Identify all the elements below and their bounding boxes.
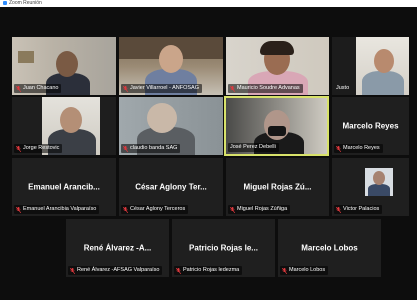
participant-name-label: Justo [336,85,350,91]
mic-muted-icon [282,267,287,274]
zoom-app-icon [3,0,7,5]
participant-name-label: Patricio Rojas ledezma [174,266,243,275]
participant-center-name: Marcelo Reyes [342,121,399,131]
video-tile[interactable]: Victor Palacios [332,158,409,216]
mic-muted-icon [336,145,341,152]
mic-muted-icon [336,206,341,213]
participant-name-label: Marcelo Reyes [334,144,383,153]
participant-name-label: Emanuel Arancibia Valparaíso [14,205,100,214]
video-tile[interactable]: César Aglony Ter... César Aglony Tercero… [119,158,223,216]
mic-muted-icon [16,85,21,92]
participant-name-label: José Perez Debelli [228,143,279,152]
participant-name-label: César Aglony Terceros [121,205,189,214]
mic-muted-icon [230,85,235,92]
participant-center-name: Emanuel Arancib... [28,182,100,192]
video-tile[interactable]: Patricio Rojas le... Patricio Rojas lede… [172,219,275,277]
participant-center-name: Patricio Rojas le... [189,243,258,253]
mic-muted-icon [123,206,128,213]
video-tile[interactable]: René Álvarez -A... René Álvarez -AFSAG V… [66,219,169,277]
participant-center-name: Miguel Rojas Zú... [243,182,312,192]
video-tile[interactable]: Jorge Restovic [12,97,116,155]
video-tile[interactable]: claudio banda SAG [119,97,223,155]
video-tile[interactable]: Justo [332,37,409,95]
participant-name-label: Victor Palacios [334,205,383,214]
participant-name-label: René Álvarez -AFSAG Valparaíso [68,266,163,275]
mic-muted-icon [70,267,75,274]
mic-muted-icon [123,145,128,152]
participant-center-name: César Aglony Ter... [135,182,207,192]
mic-muted-icon [176,267,181,274]
mic-muted-icon [230,206,235,213]
participant-center-name: René Álvarez -A... [83,243,152,253]
participant-name-label: Marcelo Lobos [280,266,329,275]
window-title: Zoom Reunión [9,0,42,6]
mic-muted-icon [16,206,21,213]
participant-name-label: claudio banda SAG [121,144,181,153]
participant-name-label: Mauricio Soudre Advanas [228,84,303,93]
video-tile[interactable]: Miguel Rojas Zú... Miguel Rojas Zúñiga [226,158,329,216]
video-tile[interactable]: Marcelo Reyes Marcelo Reyes [332,97,409,155]
video-tile-active-speaker[interactable]: José Perez Debelli [224,96,329,156]
video-tile[interactable]: Emanuel Arancib... Emanuel Arancibia Val… [12,158,116,216]
participant-name-label: Miguel Rojas Zúñiga [228,205,291,214]
window-titlebar: Zoom Reunión [0,0,417,7]
participant-name-label: Juan Chacano [14,84,62,93]
video-tile[interactable]: Javier Villarroel - ANFOSAG [119,37,223,95]
video-tile[interactable]: Juan Chacano [12,37,116,95]
video-tile[interactable]: Mauricio Soudre Advanas [226,37,329,95]
participant-name-label: Jorge Restovic [14,144,63,153]
participant-center-name: Marcelo Lobos [301,243,358,253]
mic-muted-icon [16,145,21,152]
participant-name-label: Javier Villarroel - ANFOSAG [121,84,202,93]
mic-muted-icon [123,85,128,92]
video-tile[interactable]: Marcelo Lobos Marcelo Lobos [278,219,381,277]
